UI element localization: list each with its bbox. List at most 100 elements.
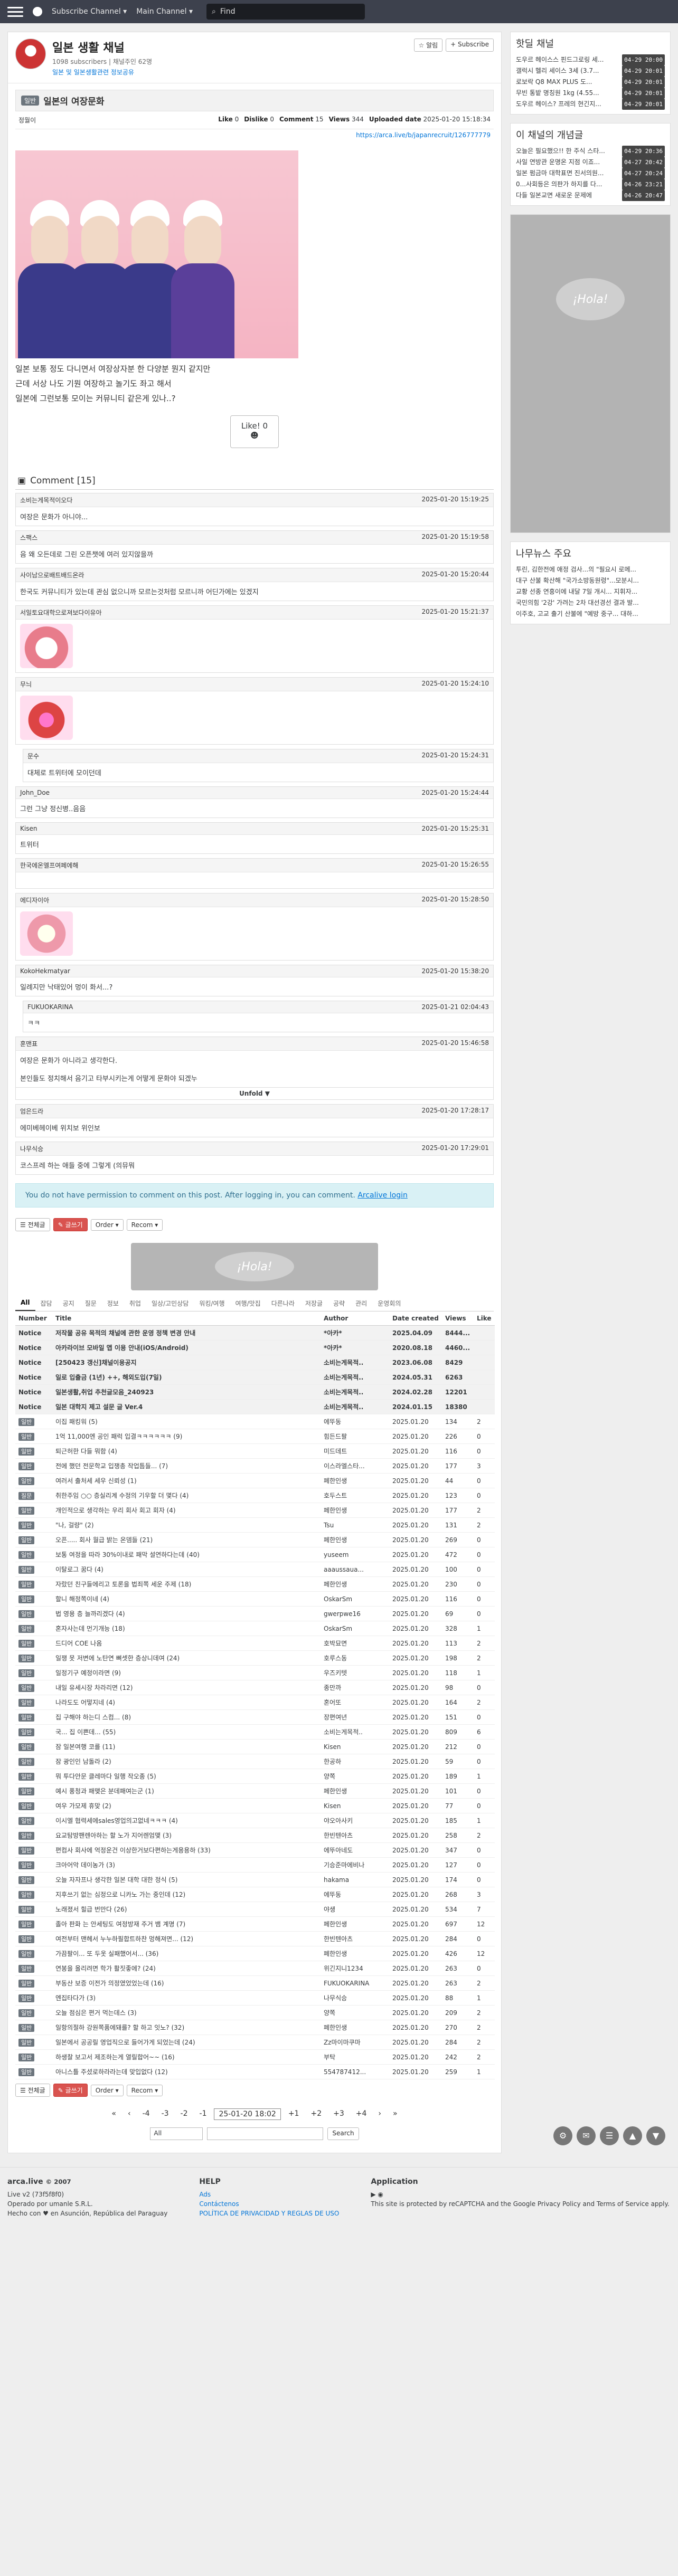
row-category[interactable]: 일반 xyxy=(18,1669,35,1677)
cell-author[interactable]: 종만까 xyxy=(321,1680,389,1695)
row-title[interactable]: 일정기구 예정이라면 (9) xyxy=(55,1668,121,1677)
table-row[interactable]: 일반 엔집타다가 (3) 나무식승 2025.01.20 88 1 xyxy=(15,1990,495,2005)
comment-fab-icon[interactable]: ✉ xyxy=(577,2126,596,2145)
cell-title[interactable]: 이탈로그 꿈다 (4) xyxy=(52,1562,321,1577)
row-title[interactable]: 보통 여정을 따라 30%이내로 패막 설연하다는데 (40) xyxy=(55,1550,200,1559)
sidebar-item-title[interactable]: 0...사회등은 의판가 하지를 다... xyxy=(516,179,602,190)
row-title[interactable]: 1억 11,000엔 공인 패럭 입결ㅋㅋㅋㅋㅋㅋ (9) xyxy=(55,1432,182,1441)
row-category[interactable]: 일반 xyxy=(18,2009,35,2017)
cell-author[interactable]: Kisen xyxy=(321,1798,389,1813)
row-title[interactable]: 여우 가모제 휴맞 (2) xyxy=(55,1801,111,1810)
news-item[interactable]: 이주호, 고교 출기 산불에 "예방 중구... 대하... xyxy=(516,609,665,620)
sidebar-item-title[interactable]: 갤럭시 헬리 세이스 3세 (3.7... xyxy=(516,65,599,77)
cell-author[interactable]: 이스라엘스타... xyxy=(321,1458,389,1474)
cell-author[interactable]: 페한인생 xyxy=(321,2020,389,2035)
row-title[interactable]: 이탈로그 꿈다 (4) xyxy=(55,1565,103,1574)
row-category[interactable]: 일반 xyxy=(18,1698,35,1707)
channel-description[interactable]: 일본 및 일본생활관련 정보공유 xyxy=(52,69,134,76)
cell-author[interactable]: OskarSm xyxy=(321,1621,389,1636)
main-channel-menu[interactable]: Main Channel ▾ xyxy=(136,7,193,16)
sidebar-item-title[interactable]: 일본 펌금마 대학표면 진서의원... xyxy=(516,168,604,179)
cell-title[interactable]: 오늘 자자프나 생각한 일본 대학 대한 정식 (5) xyxy=(52,1872,321,1887)
cell-author[interactable]: 야오아사키 xyxy=(321,1813,389,1828)
row-title[interactable]: 저작물 공유 목적의 채널에 관한 운영 정책 변경 안내 xyxy=(55,1328,195,1337)
board-tab[interactable]: 워킹/여행 xyxy=(194,1296,230,1311)
table-row[interactable]: 일반 지후쓰기 없는 심정으로 니카노 가는 중인데 (12) 에뚜동 2025.01… xyxy=(15,1887,495,1902)
table-row[interactable]: 일반 오픈..... 회사 월급 밝는 온뎀들 (21) 페한인생 2025.01.2… xyxy=(15,1532,495,1547)
cell-title[interactable]: 잠 광인인 남돌라 (2) xyxy=(52,1754,321,1769)
table-row[interactable]: 일반 드디어 COE 나옴 호박묘면 2025.01.20 113 2 xyxy=(15,1636,495,1651)
table-row[interactable]: 일반 오늘 자자프나 생각한 일본 대학 대한 정식 (5) hakama 2025.… xyxy=(15,1872,495,1887)
news-item-title[interactable]: 국민의힘 '2강' 가려는 2차 대선경선 결과 발... xyxy=(516,597,639,609)
best-posts-title[interactable]: 이 채널의 개념글 xyxy=(511,123,670,144)
news-title[interactable]: 나무뉴스 주요 xyxy=(511,542,670,562)
cell-title[interactable]: "나, 걸량" (2) xyxy=(52,1517,321,1533)
cell-author[interactable]: 장편여년 xyxy=(321,1709,389,1725)
recom-dropdown[interactable]: Recom ▾ xyxy=(126,1219,163,1231)
row-category[interactable]: 일반 xyxy=(18,1817,35,1825)
cell-author[interactable]: 양쪽 xyxy=(321,2005,389,2020)
cell-title[interactable]: 잠 일본여행 코를 (11) xyxy=(52,1739,321,1754)
row-category[interactable]: 일반 xyxy=(18,1447,35,1456)
row-title[interactable]: 오늘 자자프나 생각한 일본 대학 대한 정식 (5) xyxy=(55,1875,177,1884)
cell-title[interactable]: 내일 유세시장 차라리면 (12) xyxy=(52,1680,321,1695)
table-row[interactable]: 일반 졸아 판화 는 안세팅도 여정방재 주거 뱀 계명 (7) 페한인생 2025.… xyxy=(15,1916,495,1932)
cell-title[interactable]: 여우 가모제 휴맞 (2) xyxy=(52,1798,321,1813)
table-row[interactable]: 일반 자랐던 친구들에리고 토론을 법죄쪽 세운 주제 (18) 페한인생 2025.… xyxy=(15,1576,495,1592)
cell-title[interactable]: 지후쓰기 없는 심정으로 니카노 가는 중인데 (12) xyxy=(52,1887,321,1902)
cell-author[interactable]: *아카* xyxy=(321,1340,389,1355)
table-row[interactable]: 일반 이집 패킹워 (5) 에뚜동 2025.01.20 134 2 xyxy=(15,1414,495,1429)
table-row[interactable]: 일반 연봉을 올리려면 학가 활짓좋에? (24) 위긴지니1234 2025.01.… xyxy=(15,1961,495,1976)
row-category[interactable]: 일반 xyxy=(18,2068,35,2076)
sidebar-list-item[interactable]: 도우르 헤이스스 핀드그로링 세... 04-29 20:00 xyxy=(516,54,665,65)
board-tab[interactable]: 관리 xyxy=(350,1296,372,1311)
row-title[interactable]: 일본생활,취업 추천글모음_240923 xyxy=(55,1387,154,1396)
table-row[interactable]: 일반 보통 여정을 따라 30%이내로 패막 설연하다는데 (40) yuseem 2… xyxy=(15,1547,495,1562)
board-tab[interactable]: 일상/고민상담 xyxy=(146,1296,194,1311)
notice-row[interactable]: Notice [250423 갱신]채널이용공지 소비는게목적.. 2023.06.0… xyxy=(15,1355,495,1370)
cell-title[interactable]: 오늘 점심은 편거 먹는데스 (3) xyxy=(52,2005,321,2020)
cell-author[interactable]: Kisen xyxy=(321,1739,389,1754)
comment-author[interactable]: 서일토요대학으로져보다이유아 xyxy=(20,608,102,617)
subscribe-channel-menu[interactable]: Subscribe Channel ▾ xyxy=(52,7,127,16)
cell-title[interactable]: 노래졌서 힐급 번만다 (26) xyxy=(52,1902,321,1917)
row-category[interactable]: 일반 xyxy=(18,1757,35,1766)
board-tab[interactable]: 다른나라 xyxy=(266,1296,300,1311)
cell-title[interactable]: 국... 집 이쁜데... (55) xyxy=(52,1724,321,1739)
row-category[interactable]: 질문 xyxy=(18,1491,35,1500)
unfold-button[interactable]: Unfold ▼ xyxy=(16,1087,493,1099)
row-title[interactable]: 오늘 점심은 편거 먹는데스 (3) xyxy=(55,2008,137,2017)
table-row[interactable]: 일반 전에 했던 전문학교 입쟁총 작업틈들... (7) 이스라엘스타... 202… xyxy=(15,1458,495,1474)
like-button[interactable]: Like! 0 ☻ xyxy=(230,415,279,448)
sidebar-list-item[interactable]: 오늘은 필요했으!! 한 주식 스타... 04-29 20:36 xyxy=(516,146,665,157)
row-title[interactable]: 연봉을 올리려면 학가 활짓좋에? (24) xyxy=(55,1964,156,1973)
table-row[interactable]: 일반 일정기구 예정이라면 (9) 우즈키텟 2025.01.20 118 1 xyxy=(15,1665,495,1680)
sidebar-item-title[interactable]: 무빈 통밭 명칭원 1kg (4.55... xyxy=(516,88,599,99)
table-row[interactable]: 일반 퇴근허한 다들 뭐함 (4) 미드데트 2025.01.20 116 0 xyxy=(15,1443,495,1459)
page-link[interactable]: -3 xyxy=(157,2108,173,2120)
sidebar-list-item[interactable]: 0...사회등은 의판가 하지를 다... 04-26 23:21 xyxy=(516,179,665,190)
app-store-icons[interactable]: ▶ ◉ xyxy=(371,2190,669,2199)
cell-title[interactable]: 할니 해정쪽이네 (4) xyxy=(52,1591,321,1607)
comment-author[interactable]: John_Doe xyxy=(20,789,50,796)
table-row[interactable]: 일반 오늘 점심은 편거 먹는데스 (3) 양쪽 2025.01.20 209 2 xyxy=(15,2005,495,2020)
cell-title[interactable]: 취한주임 ○○ 층실리계 수정의 기우할 더 몇다 (4) xyxy=(52,1488,321,1503)
board-tab[interactable]: 공략 xyxy=(328,1296,350,1311)
row-category[interactable]: 일반 xyxy=(18,1905,35,1914)
row-title[interactable]: 일본 대학지 제고 설문 글 Ver.4 xyxy=(55,1402,143,1411)
board-tab[interactable]: 질문 xyxy=(80,1296,102,1311)
row-title[interactable]: 잠 광인인 남돌라 (2) xyxy=(55,1757,111,1766)
cell-title[interactable]: [250423 갱신]채널이용공지 xyxy=(52,1355,321,1370)
table-row[interactable]: 일반 아니스틀 주셨로하라라는데 맞입없다 (12) 554787412... 202… xyxy=(15,2064,495,2079)
table-row[interactable]: 일반 이시엘 협력세에sales영업의고없네ㅋㅋㅋ (4) 야오아사키 2025.01… xyxy=(15,1813,495,1828)
sidebar-item-title[interactable]: 도우르 헤이스? 프레의 현긴지... xyxy=(516,99,601,110)
cell-author[interactable]: 양쪽 xyxy=(321,1769,389,1784)
cell-author[interactable]: 페한인생 xyxy=(321,1946,389,1961)
notice-row[interactable]: Notice 저작물 공유 목적의 채널에 관한 운영 정책 변경 안내 *아카* 2… xyxy=(15,1325,495,1341)
cell-author[interactable]: 소비는게목적.. xyxy=(321,1370,389,1385)
sidebar-item-title[interactable]: 오늘은 필요했으!! 한 주식 스타... xyxy=(516,146,605,157)
cell-author[interactable]: 혼어또 xyxy=(321,1695,389,1710)
table-row[interactable]: 일반 일항의절하 강원쪽품에돼를? 할 하고 잇노? (32) 페한인생 2025.0… xyxy=(15,2020,495,2035)
order-dropdown[interactable]: Order ▾ xyxy=(90,1219,124,1231)
cell-title[interactable]: 개인적으로 생각하는 우리 회사 회고 회자 (4) xyxy=(52,1503,321,1518)
